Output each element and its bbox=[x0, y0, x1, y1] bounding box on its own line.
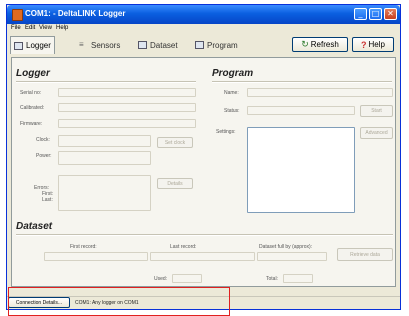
refresh-button[interactable]: ↻ Refresh bbox=[292, 37, 348, 52]
help-label: Help bbox=[368, 40, 385, 49]
tab-logger[interactable]: Logger bbox=[10, 36, 55, 54]
errors-field bbox=[58, 175, 151, 211]
tab-sensors[interactable]: ≡ Sensors bbox=[79, 37, 120, 53]
tab-content-logger: Logger Serial no: Calibrated: Firmware: … bbox=[11, 57, 396, 287]
calibrated-field bbox=[58, 103, 196, 112]
error-details-button[interactable]: Details bbox=[157, 178, 193, 189]
tab-program-label: Program bbox=[207, 40, 238, 50]
power-label: Power: bbox=[36, 153, 52, 159]
program-separator bbox=[212, 81, 392, 83]
menu-file[interactable]: File bbox=[11, 25, 21, 31]
tab-logger-label: Logger bbox=[26, 41, 51, 50]
last-record-label: Last record: bbox=[170, 244, 197, 250]
minimize-button[interactable]: _ bbox=[354, 8, 367, 20]
title-bar[interactable]: COM1: - DeltaLINK Logger _ □ ✕ bbox=[7, 5, 400, 24]
highlight-box bbox=[8, 287, 230, 316]
total-label: Total: bbox=[266, 276, 278, 282]
program-settings-label: Settings: bbox=[216, 129, 236, 135]
tab-program[interactable]: Program bbox=[195, 37, 238, 53]
first-record-label: First record: bbox=[70, 244, 97, 250]
retrieve-data-button[interactable]: Retrieve data bbox=[337, 248, 393, 261]
logger-separator bbox=[16, 81, 196, 83]
program-start-button[interactable]: Start bbox=[360, 105, 393, 117]
menu-bar: File Edit View Help bbox=[7, 24, 400, 35]
firmware-field bbox=[58, 119, 196, 128]
logger-icon bbox=[14, 41, 23, 50]
dataset-section-title: Dataset bbox=[16, 221, 53, 232]
used-label: Used: bbox=[154, 276, 168, 282]
errors-last-label: Last: bbox=[42, 197, 53, 203]
power-field bbox=[58, 151, 151, 165]
menu-help[interactable]: Help bbox=[56, 25, 68, 31]
app-window: COM1: - DeltaLINK Logger _ □ ✕ File Edit… bbox=[6, 4, 401, 310]
tab-dataset[interactable]: Dataset bbox=[138, 37, 178, 53]
tab-bar: Logger ≡ Sensors Dataset Program ↻ Refre… bbox=[7, 35, 400, 57]
dataset-icon bbox=[138, 41, 147, 49]
dataset-full-field bbox=[257, 252, 327, 261]
sensors-icon: ≡ bbox=[79, 40, 84, 49]
app-icon bbox=[12, 9, 23, 21]
firmware-label: Firmware: bbox=[20, 121, 43, 127]
serial-label: Serial no: bbox=[20, 90, 42, 96]
program-icon bbox=[195, 41, 204, 49]
first-record-field bbox=[44, 252, 148, 261]
program-settings-box[interactable] bbox=[247, 127, 355, 213]
menu-view[interactable]: View bbox=[39, 25, 52, 31]
help-button[interactable]: ? Help bbox=[352, 37, 394, 52]
clock-field bbox=[58, 135, 151, 147]
maximize-button[interactable]: □ bbox=[369, 8, 382, 20]
clock-label: Clock: bbox=[36, 137, 50, 143]
dataset-full-label: Dataset full by (approx): bbox=[259, 244, 313, 250]
calibrated-label: Calibrated: bbox=[20, 105, 45, 111]
program-status-label: Status: bbox=[224, 108, 240, 114]
refresh-icon: ↻ bbox=[301, 39, 309, 49]
program-name-label: Name: bbox=[224, 90, 239, 96]
program-section-title: Program bbox=[212, 68, 254, 79]
total-field bbox=[283, 274, 313, 283]
serial-field bbox=[58, 88, 196, 97]
dataset-separator bbox=[16, 234, 393, 236]
help-icon: ? bbox=[361, 39, 367, 50]
used-field bbox=[172, 274, 202, 283]
set-clock-button[interactable]: Set clock bbox=[157, 137, 193, 148]
menu-edit[interactable]: Edit bbox=[25, 25, 35, 31]
close-button[interactable]: ✕ bbox=[384, 8, 397, 20]
program-advanced-button[interactable]: Advanced bbox=[360, 127, 393, 139]
program-status-field bbox=[247, 106, 355, 115]
last-record-field bbox=[150, 252, 255, 261]
tab-sensors-label: Sensors bbox=[91, 40, 121, 50]
tab-dataset-label: Dataset bbox=[150, 40, 178, 50]
logger-section-title: Logger bbox=[16, 68, 50, 79]
refresh-label: Refresh bbox=[310, 40, 339, 49]
window-title: COM1: - DeltaLINK Logger bbox=[25, 9, 126, 18]
program-name-field bbox=[247, 88, 393, 97]
